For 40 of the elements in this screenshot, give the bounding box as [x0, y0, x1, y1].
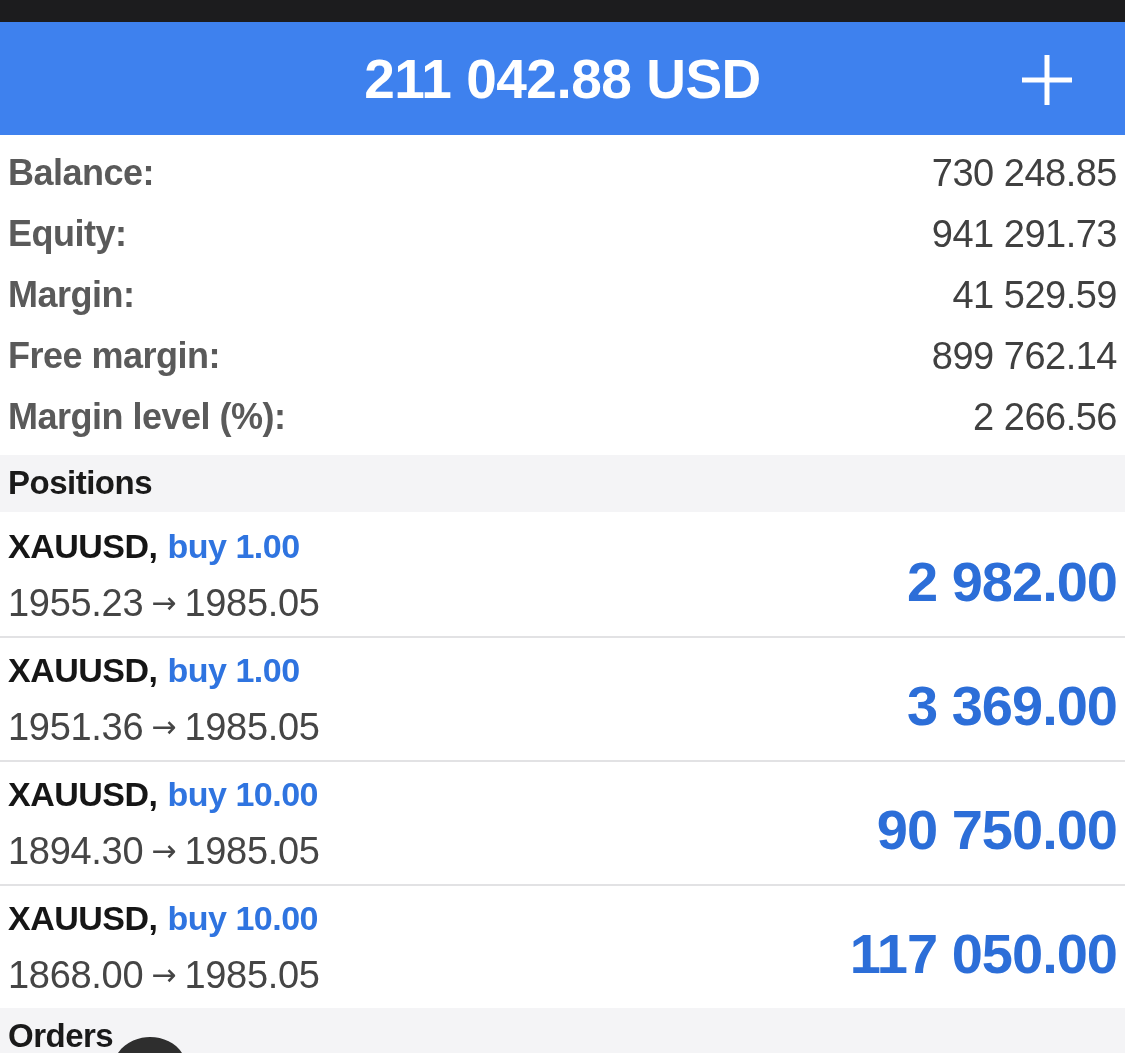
symbol-name: XAUUSD, [8, 774, 158, 814]
summary-value: 730 248.85 [931, 151, 1117, 194]
current-price: 1985.05 [184, 707, 320, 747]
price-arrow: → [151, 832, 177, 870]
section-title: Positions [8, 465, 153, 500]
summary-label: Equity: [8, 212, 127, 255]
trade-type: buy 1.00 [167, 650, 300, 690]
open-price: 1955.23 [8, 583, 144, 623]
summary-label: Margin: [8, 273, 135, 316]
open-price: 1868.00 [8, 955, 144, 995]
price-arrow: → [151, 584, 177, 622]
current-price: 1985.05 [184, 955, 320, 995]
account-total: 211 042.88 USD [364, 46, 761, 111]
summary-label: Margin level (%): [8, 395, 286, 438]
position-profit: 3 369.00 [907, 674, 1117, 738]
summary-value: 941 291.73 [931, 212, 1117, 255]
symbol-name: XAUUSD, [8, 526, 158, 566]
open-price: 1951.36 [8, 707, 144, 747]
add-button[interactable] [1022, 55, 1072, 105]
current-price: 1985.05 [184, 831, 320, 871]
overlay-shape [118, 1037, 182, 1053]
position-profit: 117 050.00 [849, 922, 1117, 986]
trade-type: buy 1.00 [167, 526, 300, 566]
current-price: 1985.05 [184, 583, 320, 623]
summary-value: 899 762.14 [931, 334, 1117, 377]
add-icon [1022, 55, 1072, 105]
symbol-name: XAUUSD, [8, 650, 158, 690]
position-profit: 90 750.00 [876, 798, 1117, 862]
trade-type: buy 10.00 [167, 774, 318, 814]
open-price: 1894.30 [8, 831, 144, 871]
price-arrow: → [151, 956, 177, 994]
trade-type: buy 10.00 [167, 898, 318, 938]
summary-label: Balance: [8, 151, 155, 194]
section-title: Orders [8, 1018, 114, 1053]
summary-value: 2 266.56 [973, 395, 1117, 438]
symbol-name: XAUUSD, [8, 898, 158, 938]
position-profit: 2 982.00 [907, 550, 1117, 614]
summary-label: Free margin: [8, 334, 221, 377]
price-arrow: → [151, 708, 177, 746]
summary-value: 41 529.59 [952, 273, 1117, 316]
